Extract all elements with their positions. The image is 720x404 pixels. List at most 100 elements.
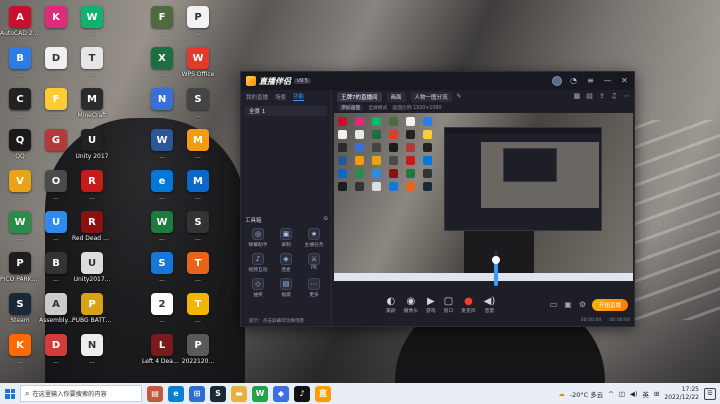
more-icon[interactable]: ⋯ [623, 92, 630, 100]
start-button[interactable] [0, 383, 20, 404]
fullscreen-mode-label[interactable]: 全屏模式 [368, 104, 387, 111]
steam-icon[interactable]: S [210, 385, 226, 402]
close-icon[interactable]: ✕ [619, 75, 630, 86]
scene-tab-room[interactable]: 王牌7的直播间 [337, 91, 382, 102]
toolbox-item[interactable]: ▣ 录制 [272, 228, 300, 248]
live-companion-taskbar-icon[interactable]: 直 [315, 385, 331, 402]
desktop-icon[interactable]: W... [72, 6, 112, 52]
desktop-icon[interactable]: M... [178, 170, 218, 216]
desktop-icon[interactable]: T... [72, 47, 112, 93]
toolbox-item[interactable]: ◎ 弹幕助手 [244, 228, 272, 248]
volume-slider[interactable] [492, 250, 500, 286]
input-method-icon[interactable]: ⊞ [654, 390, 659, 398]
taskbar-search[interactable]: ⌕ 在这里输入你要搜索的内容 [20, 385, 142, 402]
edge-icon[interactable]: e [168, 385, 184, 402]
desktop-icon[interactable]: D... [36, 334, 76, 380]
control-button[interactable]: ◀) 音量 [484, 296, 496, 314]
desktop-icon[interactable]: V... [0, 170, 40, 216]
tab-functions[interactable]: 功能 [293, 92, 305, 101]
taskbar-clock[interactable]: 17:25 2022/12/22 [664, 386, 699, 401]
desktop-icon[interactable]: N... [72, 334, 112, 380]
desktop-icon[interactable]: D... [36, 47, 76, 93]
layout-icon[interactable]: ▦ [574, 92, 581, 100]
screen-icon[interactable]: ▣ [564, 300, 572, 309]
menu-icon[interactable]: ≡ [585, 75, 596, 86]
desktop-icon[interactable]: P PUBG BATTLEGR... [72, 293, 112, 339]
desktop-icon[interactable]: B... [0, 47, 40, 93]
desktop-icon[interactable]: U... [36, 211, 76, 257]
desktop-icon[interactable]: W... [142, 129, 182, 175]
desktop-icon[interactable]: X... [142, 47, 182, 93]
tab-my-live[interactable]: 我的直播 [246, 93, 268, 101]
desktop-icon[interactable]: T... [178, 252, 218, 298]
desktop-icon[interactable]: C... [0, 88, 40, 134]
desktop-icon[interactable]: F... [142, 6, 182, 52]
ime-indicator[interactable]: 英 [642, 389, 649, 399]
desktop-icon[interactable]: K... [36, 6, 76, 52]
minimize-icon[interactable]: — [602, 75, 613, 86]
desktop-icon[interactable]: S Steam [0, 293, 40, 339]
desktop-icon[interactable]: A AutoCAD 2014 [0, 6, 40, 52]
share-icon[interactable]: ⇪ [599, 92, 605, 100]
user-avatar[interactable] [552, 75, 562, 86]
toolbox-item[interactable]: ⋯ 更多 [300, 278, 328, 298]
desktop-icon[interactable]: O... [36, 170, 76, 216]
camera-switch-icon[interactable]: ▭ [550, 300, 558, 309]
control-button[interactable]: ◐ 美颜 [386, 296, 396, 314]
record-list-icon[interactable]: ▤ [586, 92, 593, 100]
skin-icon[interactable]: ◔ [568, 75, 579, 86]
control-button[interactable]: ◉ 摄像头 [404, 296, 418, 314]
toolbox-item[interactable]: ▤ 福袋 [272, 278, 300, 298]
add-source-button[interactable]: 添加画面 [338, 104, 364, 111]
edit-icon[interactable]: ✎ [457, 93, 462, 100]
toolbox-settings-icon[interactable]: ⊙ [323, 216, 328, 224]
desktop-icon[interactable]: P 2022120... [178, 334, 218, 380]
desktop-icon[interactable]: S... [142, 252, 182, 298]
folder-icon[interactable]: ▬ [231, 385, 247, 402]
tray-expand-icon[interactable]: ^ [608, 390, 613, 398]
desktop-icon[interactable]: A Assembly... [36, 293, 76, 339]
settings-icon[interactable]: ⚙ [579, 300, 586, 309]
toolbox-item[interactable]: ♪ 视频互动 [244, 253, 272, 273]
desktop-icon[interactable]: L Left 4 Dead 2 [142, 334, 182, 380]
start-live-button[interactable]: 开始直播 [591, 299, 628, 311]
desktop-icon[interactable]: Q QQ [0, 129, 40, 175]
desktop-icon[interactable]: 2... [142, 293, 182, 339]
network-icon[interactable]: ◫ [619, 390, 625, 398]
scene-item[interactable]: 全景 1 [245, 106, 327, 116]
desktop-icon[interactable]: e... [142, 170, 182, 216]
live-companion-window[interactable]: 直播伴侣 v9.5 ◔ ≡ — ✕ 我的直播 场景 功能 全景 1 工具箱 ⊙ … [240, 71, 635, 327]
desktop-icon[interactable]: U Unity 2017 [72, 129, 112, 175]
desktop-icon[interactable]: T... [178, 293, 218, 339]
control-button[interactable]: ● 麦克风 [461, 296, 475, 314]
desktop-icon[interactable]: W... [0, 211, 40, 257]
desktop-icon[interactable]: B... [36, 252, 76, 298]
scene-tab-canvas[interactable]: 画面 [386, 91, 406, 102]
bell-icon[interactable]: ♫ [611, 92, 617, 100]
desktop-icon[interactable]: R Red Dead Redempti... [72, 211, 112, 257]
store-icon[interactable]: ◆ [273, 385, 289, 402]
tab-scenes[interactable]: 场景 [275, 93, 286, 101]
toolbox-item[interactable]: ◇ 抽奖 [244, 278, 272, 298]
toolbox-item[interactable]: ★ 主播任务 [300, 228, 328, 248]
desktop-icon[interactable]: K... [0, 334, 40, 380]
desktop-icon[interactable]: P PICO PARKClass... [0, 252, 40, 298]
weather-text[interactable]: -20°C 多云 [570, 389, 603, 399]
desktop-icon[interactable]: W WPS Office [178, 47, 218, 93]
desktop-icon[interactable]: S... [178, 88, 218, 134]
scene-tab-split[interactable]: 人物一图分流 [410, 91, 452, 102]
desktop-icon[interactable]: F... [36, 88, 76, 134]
desktop-icon[interactable]: U Unity2017... [72, 252, 112, 298]
tiktok-icon[interactable]: ♪ [294, 385, 310, 402]
desktop-icon[interactable]: N... [142, 88, 182, 134]
desktop-icon[interactable]: M... [178, 129, 218, 175]
desktop-icon[interactable]: G... [36, 129, 76, 175]
desktop-icon[interactable]: M MineCraft [72, 88, 112, 134]
desktop-icon[interactable]: P... [178, 6, 218, 52]
desktop-icon[interactable]: R... [72, 170, 112, 216]
control-button[interactable]: ▢ 窗口 [444, 296, 454, 314]
notification-icon[interactable]: ☰ [704, 387, 716, 400]
control-button[interactable]: ▶ 游戏 [426, 296, 436, 314]
window-titlebar[interactable]: 直播伴侣 v9.5 ◔ ≡ — ✕ [241, 72, 634, 90]
toolbox-item[interactable]: ◈ 连麦 [272, 253, 300, 273]
